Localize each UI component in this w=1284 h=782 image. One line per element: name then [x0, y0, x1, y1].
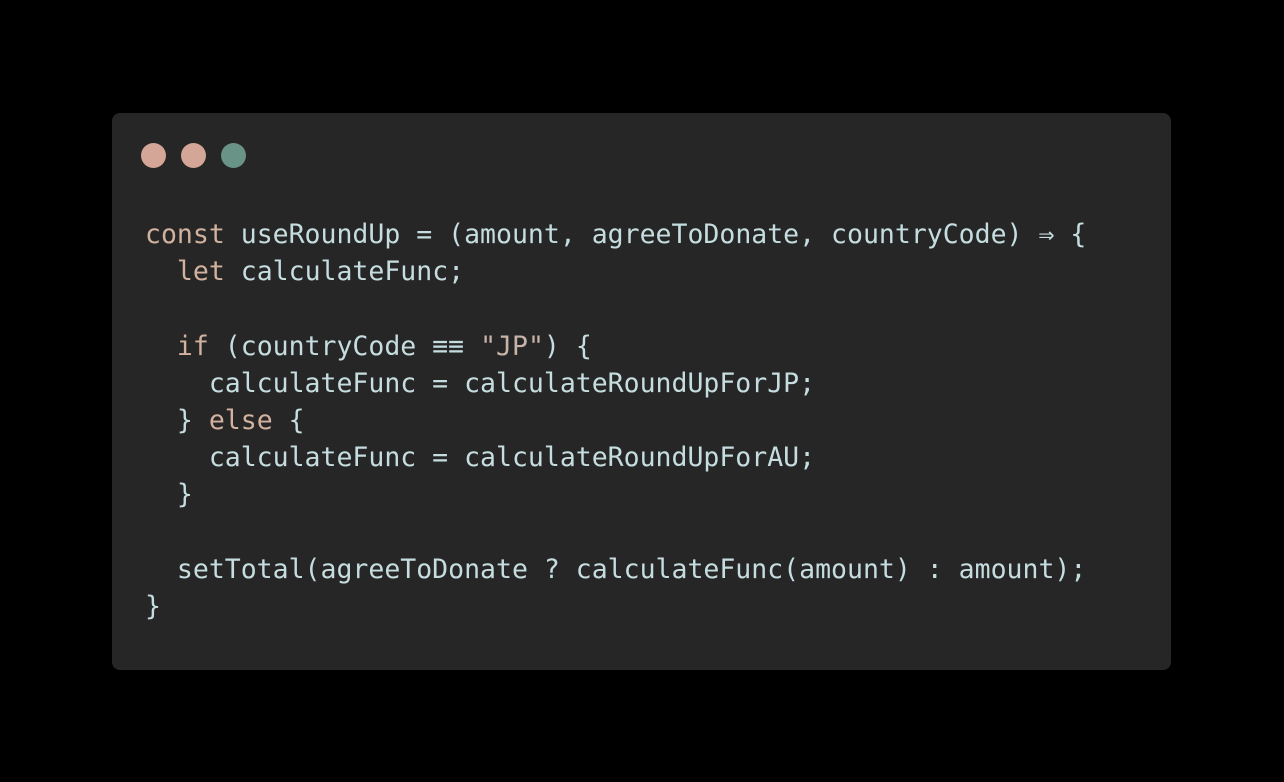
- code-token: ) {: [543, 330, 592, 362]
- code-block: const useRoundUp = (amount, agreeToDonat…: [145, 216, 1086, 625]
- code-token: }: [145, 404, 209, 436]
- window-controls: [141, 143, 246, 168]
- code-token: calculateFunc;: [224, 256, 465, 288]
- code-line: }: [145, 476, 1086, 513]
- zoom-dot-icon[interactable]: [221, 143, 246, 168]
- code-keyword: else: [208, 404, 273, 436]
- code-token: (countryCode ≡≡: [208, 330, 481, 362]
- code-line: setTotal(agreeToDonate ? calculateFunc(a…: [145, 551, 1086, 588]
- code-token: }: [145, 590, 161, 622]
- code-keyword: const: [145, 219, 225, 250]
- code-token: calculateFunc = calculateRoundUpForJP;: [145, 367, 816, 399]
- code-token: {: [272, 404, 305, 436]
- code-token: }: [145, 479, 193, 511]
- code-line: calculateFunc = calculateRoundUpForAU;: [145, 439, 1086, 476]
- code-window: const useRoundUp = (amount, agreeToDonat…: [112, 113, 1171, 670]
- code-line: calculateFunc = calculateRoundUpForJP;: [145, 365, 1086, 402]
- code-line: let calculateFunc;: [145, 253, 1086, 290]
- code-line: const useRoundUp = (amount, agreeToDonat…: [145, 216, 1086, 253]
- code-line: }: [145, 588, 1086, 625]
- code-string: "JP": [480, 330, 544, 362]
- minimize-dot-icon[interactable]: [181, 143, 206, 168]
- code-token: setTotal(agreeToDonate ? calculateFunc(a…: [145, 553, 1087, 585]
- code-token: calculateFunc = calculateRoundUpForAU;: [145, 442, 816, 474]
- close-dot-icon[interactable]: [141, 143, 166, 168]
- code-keyword: if: [176, 330, 209, 362]
- code-line: } else {: [145, 402, 1086, 439]
- code-line: if (countryCode ≡≡ "JP") {: [145, 328, 1086, 365]
- code-token: useRoundUp = (amount, agreeToDonate, cou…: [224, 219, 1087, 250]
- code-keyword: let: [176, 256, 225, 288]
